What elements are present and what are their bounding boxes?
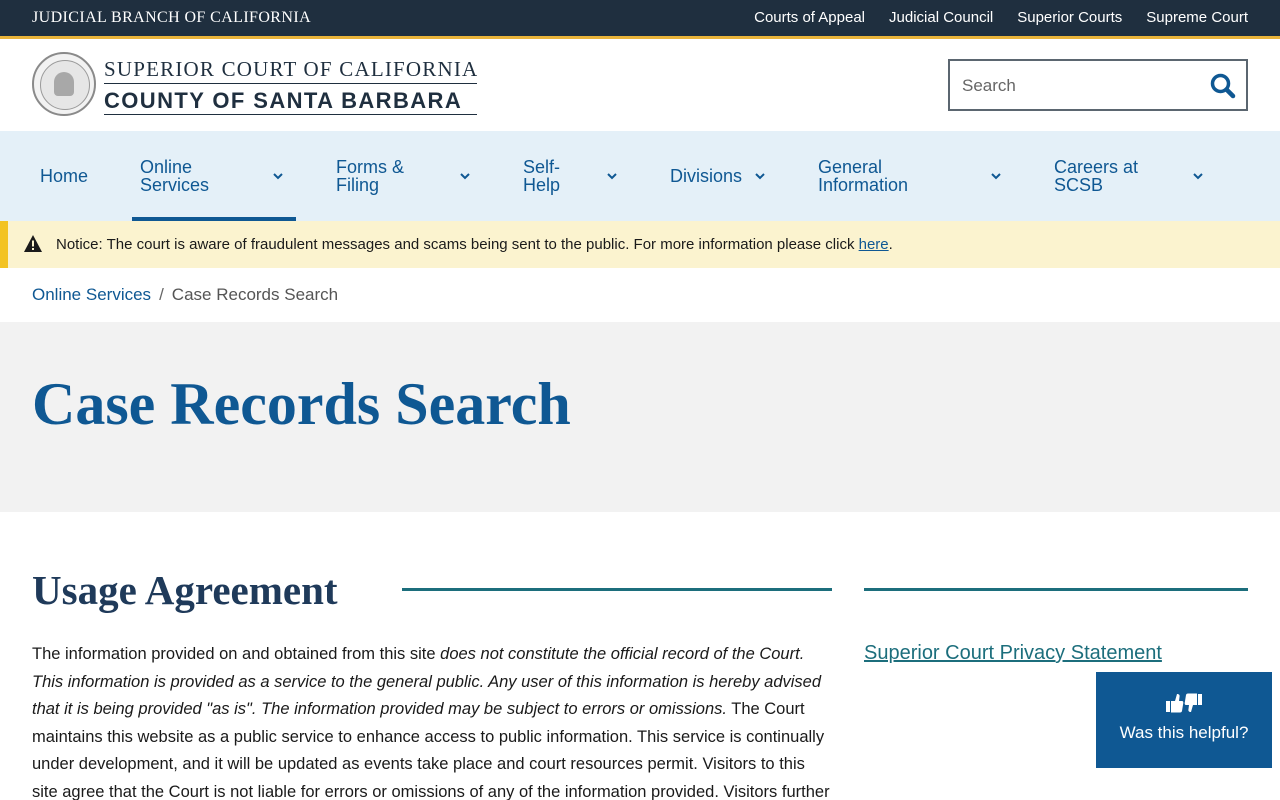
nav-online-services[interactable]: Online Services — [132, 131, 296, 221]
sidebar-divider — [864, 588, 1248, 591]
superior-courts-link[interactable]: Superior Courts — [1017, 9, 1122, 26]
breadcrumb: Online Services / Case Records Search — [32, 285, 338, 305]
chevron-down-icon — [607, 173, 617, 180]
page-hero: Case Records Search — [0, 322, 1280, 512]
nav-divisions[interactable]: Divisions — [670, 131, 770, 221]
warning-icon — [24, 235, 42, 252]
notice-message: The court is aware of fraudulent message… — [102, 236, 859, 253]
nav-general-information[interactable]: General Information — [818, 131, 1008, 221]
site-search — [948, 59, 1248, 111]
site-header: SUPERIOR COURT OF CALIFORNIA COUNTY OF S… — [0, 39, 1280, 131]
heading-divider — [402, 588, 832, 591]
feedback-label: Was this helpful? — [1119, 723, 1249, 742]
usage-agreement-heading: Usage Agreement — [32, 567, 338, 613]
notice-label: Notice: — [56, 236, 103, 253]
nav-label-line1: Careers at — [1054, 157, 1139, 177]
court-name-line1[interactable]: SUPERIOR COURT OF CALIFORNIA — [104, 57, 478, 82]
notice-banner: Notice: The court is aware of fraudulent… — [0, 221, 1280, 268]
thumbs-up-down-icon — [1166, 693, 1202, 713]
chevron-down-icon — [460, 173, 470, 180]
top-links: Courts of Appeal Judicial Council Superi… — [754, 9, 1248, 26]
breadcrumb-separator: / — [159, 285, 164, 304]
nav-label-line1: General — [818, 157, 883, 177]
search-input[interactable] — [962, 73, 1202, 99]
search-icon[interactable] — [1208, 71, 1238, 101]
nav-label-line1: Self- — [523, 157, 561, 177]
courts-of-appeal-link[interactable]: Courts of Appeal — [754, 9, 865, 26]
nav-label-line2: Help — [523, 175, 561, 195]
logo-divider — [104, 83, 477, 84]
breadcrumb-current: Case Records Search — [171, 285, 339, 304]
notice-accent-bar — [0, 221, 8, 268]
nav-label-line1: Forms & — [336, 157, 405, 177]
supreme-court-link[interactable]: Supreme Court — [1146, 9, 1248, 26]
chevron-down-icon — [273, 173, 283, 180]
agreement-text-intro: The information provided on and obtained… — [32, 645, 441, 663]
feedback-button[interactable]: Was this helpful? — [1096, 672, 1272, 768]
court-name-line2[interactable]: COUNTY OF SANTA BARBARA — [104, 88, 462, 114]
chevron-down-icon — [991, 173, 1001, 180]
breadcrumb-online-services[interactable]: Online Services — [32, 285, 151, 305]
nav-label-line2: SCSB — [1054, 175, 1104, 195]
notice-text: Notice: The court is aware of fraudulent… — [56, 236, 893, 253]
nav-divisions-label: Divisions — [670, 166, 743, 186]
main-nav: Home Online Services Forms & Filing Self- H… — [0, 131, 1280, 221]
nav-home[interactable]: Home — [40, 131, 120, 221]
judicial-council-link[interactable]: Judicial Council — [889, 9, 993, 26]
notice-here-link[interactable]: here — [859, 236, 889, 253]
nav-label-line2: Filing — [336, 175, 380, 195]
logo-divider-bottom — [104, 114, 477, 115]
privacy-statement-link[interactable]: Superior Court Privacy Statement — [864, 642, 1162, 665]
nav-careers[interactable]: Careers at SCSB — [1054, 131, 1214, 221]
usage-agreement-text: The information provided on and obtained… — [32, 641, 832, 800]
chevron-down-icon — [755, 173, 765, 180]
court-seal-logo[interactable] — [32, 52, 96, 116]
page-title: Case Records Search — [32, 371, 571, 437]
judicial-branch-title: JUDICIAL BRANCH OF CALIFORNIA — [32, 9, 312, 26]
chevron-down-icon — [1193, 173, 1203, 180]
nav-forms-filing[interactable]: Forms & Filing — [336, 131, 476, 221]
nav-label-line2: Services — [140, 175, 210, 195]
nav-self-help[interactable]: Self- Help — [523, 131, 623, 221]
nav-home-label: Home — [40, 166, 89, 186]
top-utility-bar: JUDICIAL BRANCH OF CALIFORNIA Courts of … — [0, 0, 1280, 36]
nav-label-line2: Information — [818, 175, 909, 195]
notice-end: . — [888, 236, 893, 253]
nav-label-line1: Online — [140, 157, 193, 177]
